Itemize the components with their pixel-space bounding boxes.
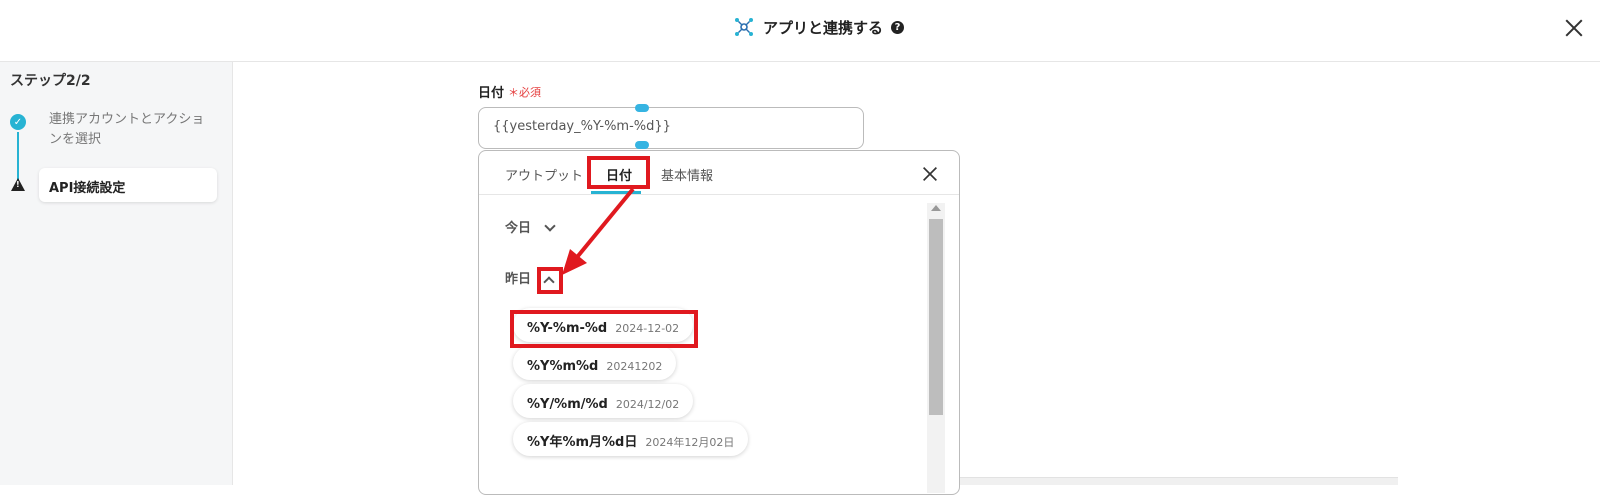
background-panel-edge: [960, 477, 1398, 485]
annotation-arrow: [562, 187, 635, 275]
